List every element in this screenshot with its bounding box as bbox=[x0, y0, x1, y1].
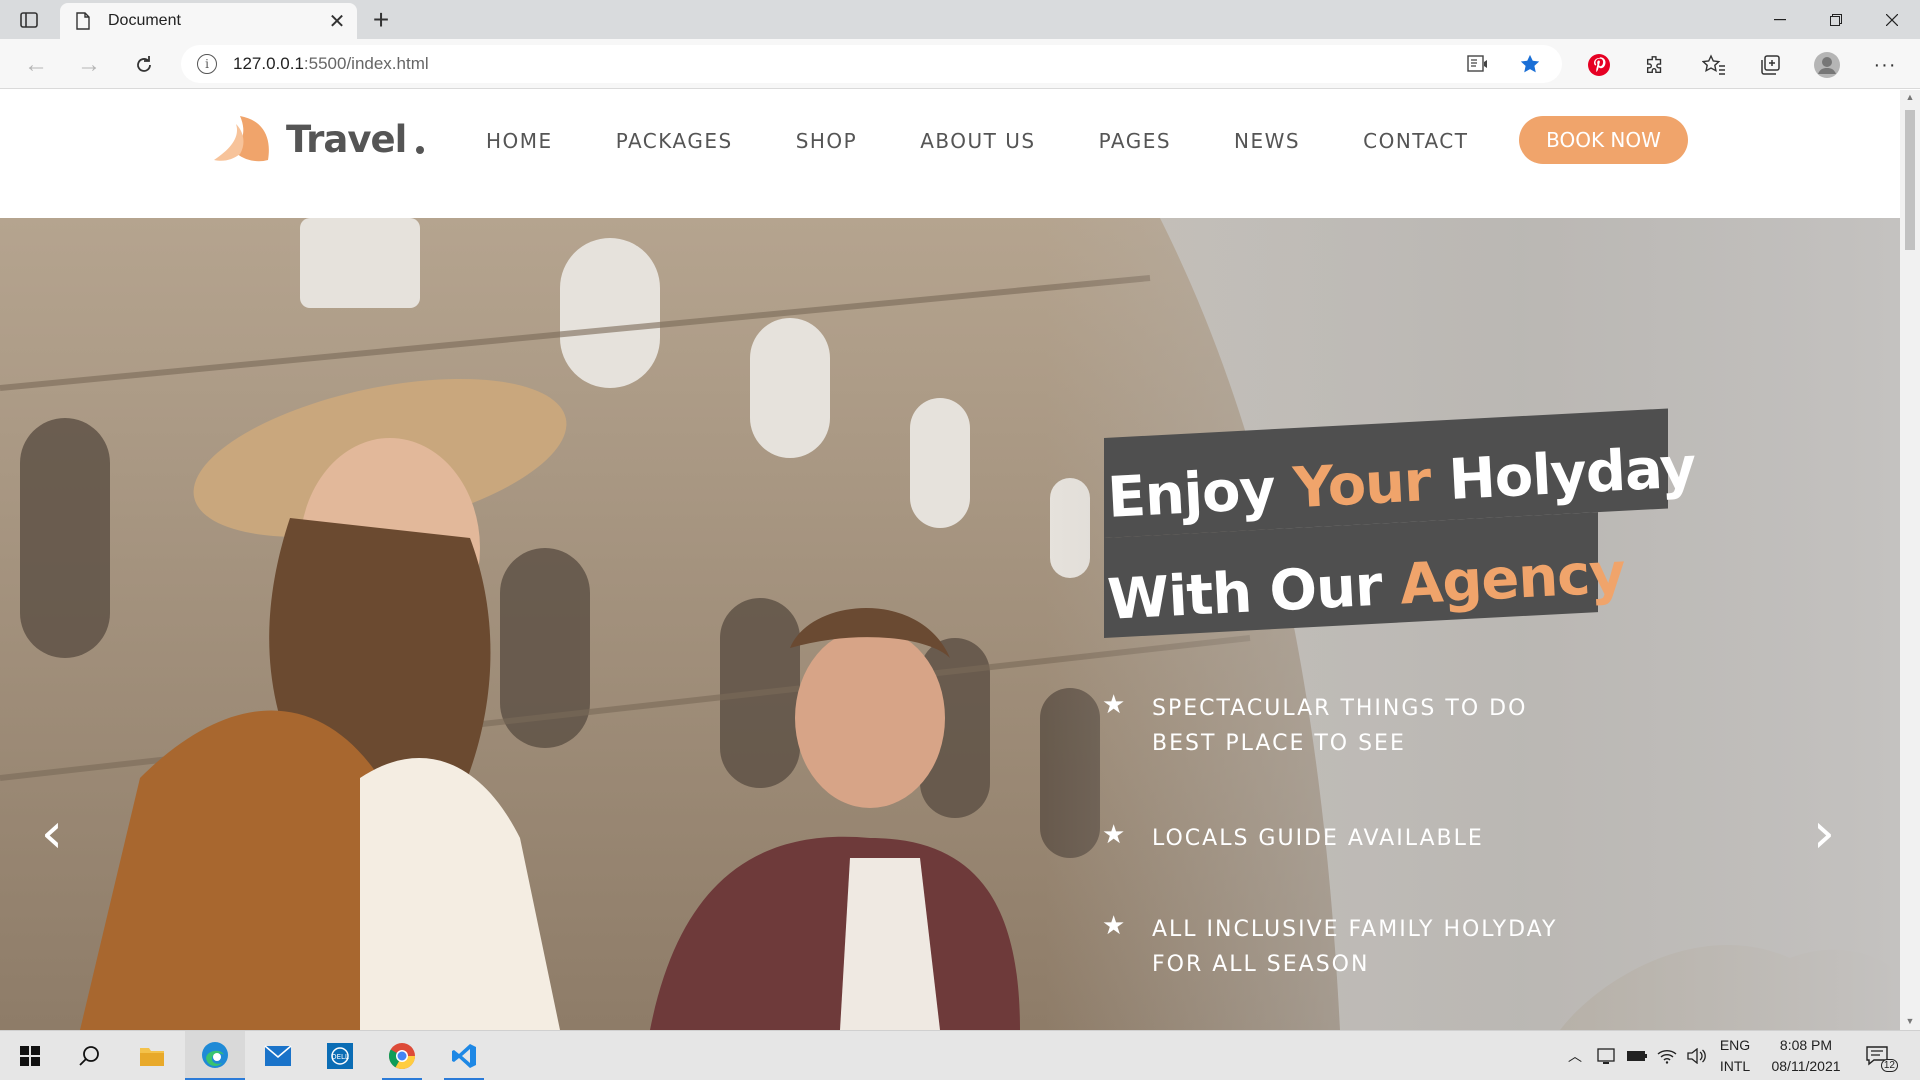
favorite-star-icon[interactable] bbox=[1516, 50, 1544, 78]
clock-time: 8:08 PM bbox=[1779, 1037, 1833, 1053]
chrome-icon[interactable] bbox=[372, 1031, 432, 1080]
feature-text: LOCALS GUIDE AVAILABLE bbox=[1152, 821, 1484, 856]
site-info-icon[interactable]: i bbox=[197, 54, 217, 74]
headline-word-your: Your bbox=[1291, 449, 1433, 522]
battery-icon[interactable] bbox=[1622, 1050, 1652, 1062]
star-icon: ★ bbox=[1102, 819, 1126, 849]
address-bar-row: ← → i 127.0.0.1:5500/index.html ··· bbox=[0, 39, 1920, 89]
logo-dot bbox=[416, 146, 425, 154]
feature-item: ★ LOCALS GUIDE AVAILABLE bbox=[1102, 821, 1484, 856]
window-controls bbox=[1752, 0, 1920, 39]
volume-icon[interactable] bbox=[1682, 1048, 1712, 1064]
feature-line: LOCALS GUIDE AVAILABLE bbox=[1152, 826, 1484, 851]
url-text[interactable]: 127.0.0.1:5500/index.html bbox=[233, 54, 1464, 74]
feature-text: ALL INCLUSIVE FAMILY HOLYDAY FOR ALL SEA… bbox=[1152, 912, 1557, 982]
scroll-thumb[interactable] bbox=[1905, 110, 1915, 250]
scroll-down-icon[interactable]: ▼ bbox=[1904, 1016, 1916, 1026]
url-path: :5500/index.html bbox=[303, 54, 429, 73]
feature-line: ALL INCLUSIVE FAMILY HOLYDAY bbox=[1152, 917, 1558, 942]
feature-line: BEST PLACE TO SEE bbox=[1152, 731, 1406, 756]
star-icon: ★ bbox=[1102, 689, 1126, 719]
nav-news[interactable]: NEWS bbox=[1234, 126, 1300, 156]
main-nav: HOME PACKAGES SHOP ABOUT US PAGES NEWS C… bbox=[486, 126, 1531, 156]
favorites-icon[interactable] bbox=[1698, 50, 1730, 80]
headline-word-enjoy: Enjoy bbox=[1106, 456, 1295, 531]
logo-text: Travel bbox=[286, 117, 407, 161]
browser-tab-bar: Document ✕ + bbox=[0, 0, 1920, 39]
language-indicator[interactable]: ENG INTL bbox=[1712, 1035, 1758, 1077]
dell-app-icon[interactable]: DELL bbox=[310, 1031, 370, 1080]
more-options-icon[interactable]: ··· bbox=[1869, 50, 1901, 80]
book-now-button[interactable]: BOOK NOW bbox=[1519, 116, 1688, 164]
headline-word-holyday: Holyday bbox=[1428, 435, 1697, 514]
clock[interactable]: 8:08 PM 08/11/2021 bbox=[1758, 1035, 1854, 1077]
system-tray: ︿ ENG INTL 8:08 PM 08/11/2021 12 bbox=[1568, 1031, 1900, 1080]
wifi-icon[interactable] bbox=[1652, 1048, 1682, 1064]
site-header: Travel HOME PACKAGES SHOP ABOUT US PAGES… bbox=[0, 90, 1900, 218]
nav-shop[interactable]: SHOP bbox=[796, 126, 858, 156]
collections-icon[interactable] bbox=[1754, 50, 1786, 80]
tray-overflow-icon[interactable]: ︿ bbox=[1568, 1046, 1592, 1066]
keyboard-layout: INTL bbox=[1719, 1058, 1751, 1074]
clock-date: 08/11/2021 bbox=[1771, 1058, 1841, 1074]
page-viewport: Travel HOME PACKAGES SHOP ABOUT US PAGES… bbox=[0, 90, 1900, 1030]
restore-button[interactable] bbox=[1808, 0, 1864, 39]
slider-next-arrow[interactable]: › bbox=[1802, 801, 1846, 866]
file-explorer-icon[interactable] bbox=[122, 1031, 182, 1080]
url-field[interactable]: i 127.0.0.1:5500/index.html bbox=[181, 45, 1562, 83]
extensions-icon[interactable] bbox=[1639, 50, 1671, 80]
document-icon bbox=[74, 12, 92, 30]
back-arrow-icon[interactable]: ← bbox=[21, 50, 51, 80]
feature-line: SPECTACULAR THINGS TO DO bbox=[1152, 696, 1528, 721]
nav-home[interactable]: HOME bbox=[486, 126, 553, 156]
profile-avatar-icon[interactable] bbox=[1811, 50, 1843, 80]
feature-text: SPECTACULAR THINGS TO DO BEST PLACE TO S… bbox=[1152, 691, 1527, 761]
nav-about-us[interactable]: ABOUT US bbox=[920, 126, 1035, 156]
notification-center-icon[interactable]: 12 bbox=[1854, 1046, 1900, 1072]
search-icon[interactable] bbox=[60, 1031, 120, 1080]
nav-contact[interactable]: CONTACT bbox=[1363, 126, 1468, 156]
svg-text:DELL: DELL bbox=[331, 1053, 349, 1061]
pinterest-icon[interactable] bbox=[1583, 50, 1615, 80]
url-host: 127.0.0.1 bbox=[233, 54, 304, 73]
hero-background-image bbox=[0, 218, 1900, 1030]
vscode-icon[interactable] bbox=[434, 1031, 494, 1080]
notification-count-badge: 12 bbox=[1880, 1059, 1898, 1072]
feature-item: ★ ALL INCLUSIVE FAMILY HOLYDAY FOR ALL S… bbox=[1102, 912, 1557, 982]
mail-icon[interactable] bbox=[248, 1031, 308, 1080]
logo-leaf-icon bbox=[214, 116, 269, 162]
slider-prev-arrow[interactable]: ‹ bbox=[30, 801, 74, 866]
page-scrollbar[interactable]: ▲ ▼ bbox=[1900, 90, 1920, 1030]
nav-packages[interactable]: PACKAGES bbox=[616, 126, 733, 156]
close-window-button[interactable] bbox=[1864, 0, 1920, 39]
windows-taskbar: DELL ︿ ENG INTL 8:08 PM 08/11/2021 12 bbox=[0, 1030, 1920, 1080]
immersive-reader-icon[interactable] bbox=[1464, 50, 1492, 78]
forward-arrow-icon[interactable]: → bbox=[74, 50, 104, 80]
feature-line: FOR ALL SEASON bbox=[1152, 952, 1370, 977]
star-icon: ★ bbox=[1102, 910, 1126, 940]
edge-browser-icon[interactable] bbox=[185, 1031, 245, 1080]
browser-tab[interactable]: Document ✕ bbox=[60, 3, 357, 39]
scroll-up-icon[interactable]: ▲ bbox=[1904, 92, 1916, 102]
language-code: ENG bbox=[1719, 1037, 1751, 1053]
tray-device-icon[interactable] bbox=[1592, 1047, 1622, 1065]
tab-title: Document bbox=[108, 12, 181, 29]
refresh-icon[interactable] bbox=[129, 50, 159, 80]
new-tab-button[interactable]: + bbox=[366, 4, 396, 35]
headline-word-agency: Agency bbox=[1398, 540, 1627, 618]
feature-item: ★ SPECTACULAR THINGS TO DO BEST PLACE TO… bbox=[1102, 691, 1527, 761]
hero-slider: ‹ › Enjoy Your Holyday With Our Agency ★… bbox=[0, 218, 1900, 1030]
nav-pages[interactable]: PAGES bbox=[1099, 126, 1171, 156]
site-logo[interactable]: Travel bbox=[210, 114, 425, 164]
minimize-button[interactable] bbox=[1752, 0, 1808, 39]
tab-actions-icon[interactable] bbox=[17, 9, 41, 31]
start-windows-icon[interactable] bbox=[0, 1031, 60, 1080]
close-tab-icon[interactable]: ✕ bbox=[323, 7, 351, 35]
